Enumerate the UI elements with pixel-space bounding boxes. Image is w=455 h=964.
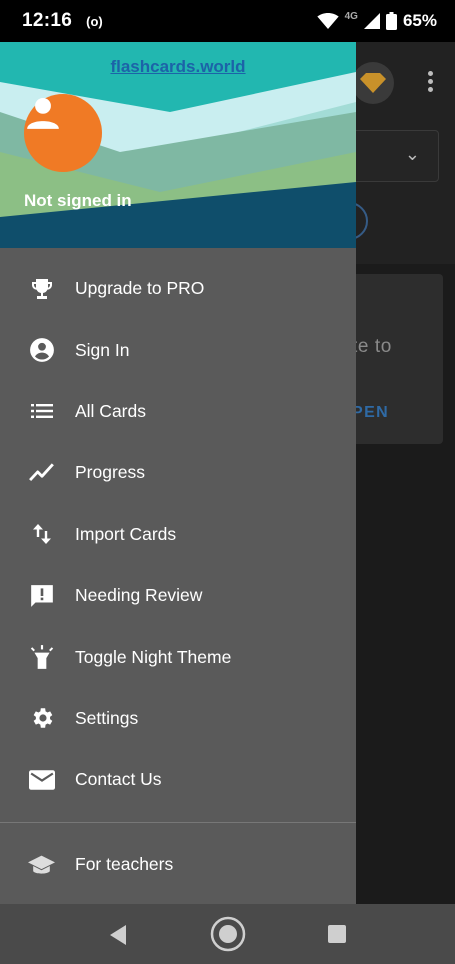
diamond-icon [360, 73, 386, 93]
menu-item-progress[interactable]: Progress [0, 442, 356, 503]
menu-item-contact-us[interactable]: Contact Us [0, 749, 356, 810]
home-icon[interactable] [210, 916, 246, 952]
trending-up-icon [28, 459, 55, 486]
divider [0, 822, 356, 823]
app-account-avatar[interactable] [352, 62, 394, 104]
chevron-down-icon: ⌄ [404, 144, 420, 164]
menu-item-label: Toggle Night Theme [75, 646, 232, 667]
menu-item-import-cards[interactable]: Import Cards [0, 504, 356, 565]
drawer-bottom-menu: For teachers [0, 834, 356, 895]
app-card-text: te to [352, 336, 392, 357]
battery-percent: 65% [402, 11, 437, 30]
person-icon [27, 97, 59, 129]
navigation-drawer: flashcards.world Not signed in Upgrade t… [0, 42, 356, 904]
menu-item-label: Progress [75, 462, 146, 483]
recents-icon[interactable] [328, 925, 346, 943]
menu-item-toggle-night-theme[interactable]: Toggle Night Theme [0, 626, 356, 687]
back-icon[interactable] [108, 924, 128, 946]
menu-item-needing-review[interactable]: Needing Review [0, 565, 356, 626]
system-nav-bar [0, 904, 455, 964]
menu-item-label: Settings [75, 707, 139, 728]
menu-item-label: Upgrade to PRO [75, 278, 205, 299]
drawer-header: flashcards.world Not signed in [0, 42, 356, 248]
flashlight-icon [28, 644, 55, 671]
gear-icon [28, 705, 55, 732]
trophy-icon [28, 275, 55, 302]
status-time: 12:16 [22, 10, 73, 31]
battery-icon [385, 12, 397, 30]
site-link[interactable]: flashcards.world [0, 57, 356, 77]
menu-item-label: All Cards [75, 400, 146, 421]
menu-item-sign-in[interactable]: Sign In [0, 319, 356, 380]
status-bar: 12:16 (o) 4G 65% [0, 0, 455, 42]
menu-item-for-teachers[interactable]: For teachers [0, 834, 356, 895]
menu-item-all-cards[interactable]: All Cards [0, 381, 356, 442]
menu-item-label: Contact Us [75, 769, 162, 790]
avatar[interactable] [24, 94, 102, 172]
overflow-menu-icon[interactable] [424, 68, 436, 98]
mail-icon [28, 766, 55, 793]
account-circle-icon [28, 337, 55, 364]
menu-item-label: Needing Review [75, 585, 203, 606]
network-type: 4G [344, 10, 358, 22]
wifi-icon [316, 13, 339, 29]
menu-item-upgrade-pro[interactable]: Upgrade to PRO [0, 258, 356, 319]
list-icon [28, 398, 55, 425]
menu-item-settings[interactable]: Settings [0, 688, 356, 749]
feedback-icon [28, 582, 55, 609]
menu-item-label: For teachers [75, 854, 174, 875]
user-status: Not signed in [24, 191, 132, 210]
app-card-open-button[interactable]: PEN [352, 404, 389, 422]
school-icon [28, 851, 55, 878]
radio-icon: (o) [86, 13, 103, 29]
signal-icon [363, 13, 380, 29]
menu-item-label: Import Cards [75, 523, 177, 544]
import-export-icon [28, 521, 55, 548]
menu-item-label: Sign In [75, 339, 130, 360]
drawer-menu: Upgrade to PRO Sign In All Cards Progres… [0, 258, 356, 811]
